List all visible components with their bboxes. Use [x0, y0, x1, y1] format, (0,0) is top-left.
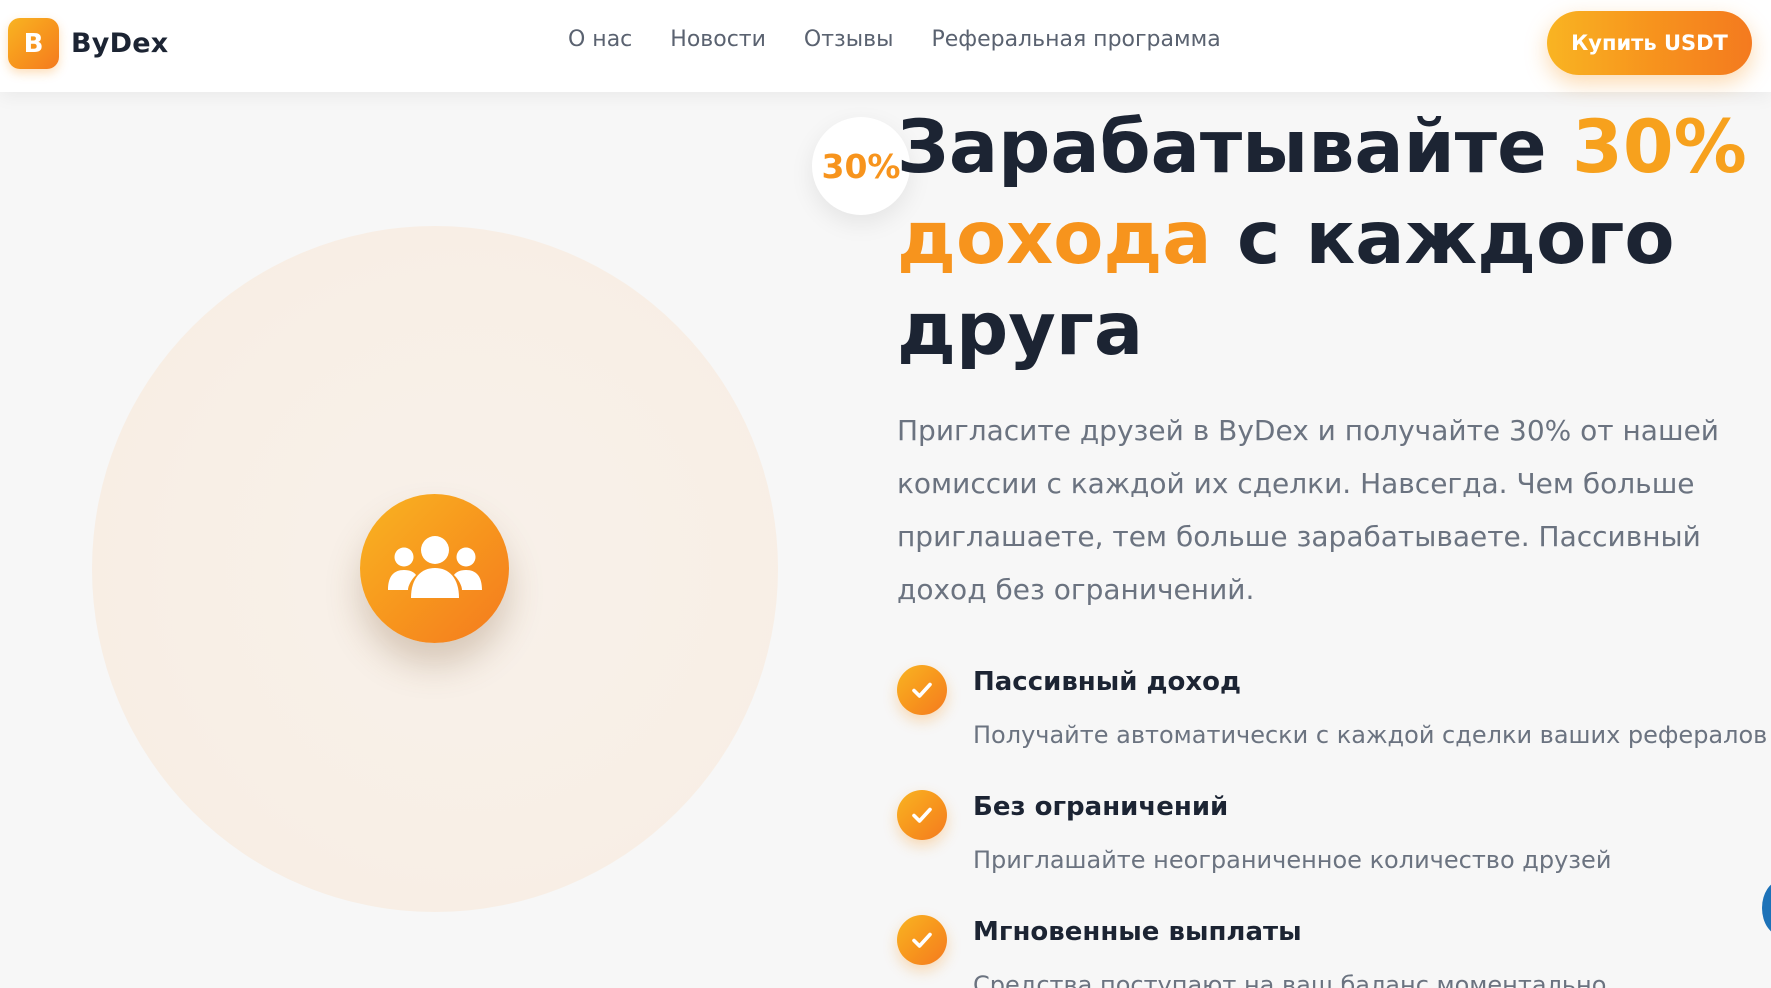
- logo-link[interactable]: B ByDex: [8, 18, 168, 69]
- check-icon: [897, 790, 947, 840]
- check-icon: [897, 665, 947, 715]
- title-accent-income: дохода: [897, 196, 1212, 281]
- percent-badge: 30%: [812, 117, 910, 215]
- title-part-1: Зарабатывайте: [897, 105, 1573, 190]
- nav-item-about[interactable]: О нас: [568, 27, 632, 52]
- hero-description: Пригласите друзей в ByDex и получайте 30…: [897, 414, 1720, 606]
- page-title: Зарабатывайте 30% дохода с каждого друга: [897, 102, 1747, 375]
- referral-page: B ByDex О нас Новости Отзывы Реферальная…: [0, 0, 1771, 988]
- check-icon: [897, 915, 947, 965]
- main-nav: О нас Новости Отзывы Реферальная програм…: [568, 27, 1259, 52]
- chat-widget-button[interactable]: [1762, 880, 1771, 936]
- feature-title: Мгновенные выплаты: [973, 917, 1302, 947]
- feature-description: Средства поступают на ваш баланс момента…: [973, 971, 1607, 988]
- feature-description: Приглашайте неограниченное количество др…: [973, 846, 1612, 874]
- nav-item-referral[interactable]: Реферальная программа: [931, 27, 1220, 52]
- buy-usdt-button[interactable]: Купить USDT: [1547, 11, 1752, 75]
- hero-icon-badge: [360, 494, 509, 643]
- nav-item-reviews[interactable]: Отзывы: [804, 27, 894, 52]
- site-header: B ByDex О нас Новости Отзывы Реферальная…: [0, 0, 1771, 92]
- logo-icon: B: [8, 18, 59, 69]
- feature-description: Получайте автоматически с каждой сделки …: [973, 721, 1768, 749]
- title-accent-percent: 30%: [1572, 105, 1747, 190]
- feature-title: Без ограничений: [973, 792, 1229, 822]
- users-group-icon: [387, 535, 482, 598]
- nav-item-news[interactable]: Новости: [670, 27, 766, 52]
- brand-name: ByDex: [71, 28, 169, 59]
- feature-title: Пассивный доход: [973, 667, 1242, 697]
